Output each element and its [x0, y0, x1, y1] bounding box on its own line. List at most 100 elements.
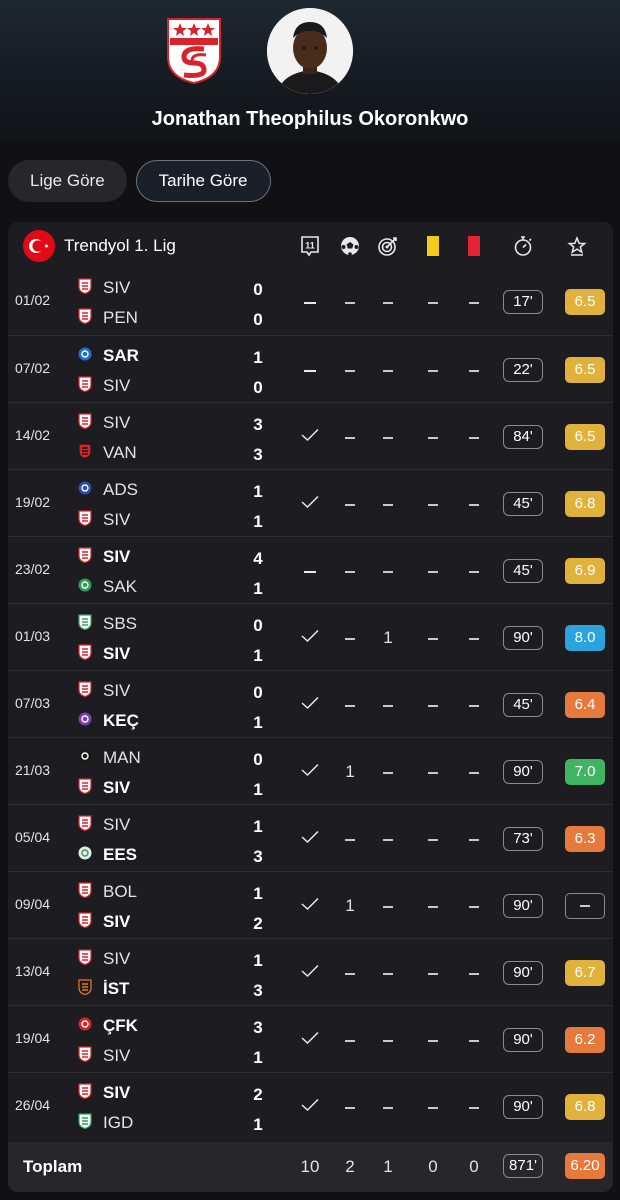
minutes-played: 84'	[503, 425, 543, 449]
minutes-played: 90'	[503, 1028, 543, 1052]
away-team: IGD	[78, 1112, 133, 1134]
away-team: SIV	[78, 777, 130, 799]
match-row[interactable]: 14/02 SIV VAN 3 3 84' 6.5	[8, 402, 613, 469]
player-rating: 8.0	[565, 625, 605, 651]
team-badge-icon	[78, 948, 103, 970]
home-team: SIV	[78, 277, 130, 299]
match-date: 13/04	[15, 963, 51, 979]
rating-star-icon	[567, 236, 587, 256]
home-team: SIV	[78, 1082, 130, 1104]
red-cell	[459, 829, 489, 849]
match-row[interactable]: 07/02 SAR SIV 1 0 22' 6.5	[8, 335, 613, 402]
match-row[interactable]: 01/03 SBS SIV 0 1 1 90' 8.0	[8, 603, 613, 670]
match-row[interactable]: 21/03 MAN SIV 0 1 1 90' 7.0	[8, 737, 613, 804]
league-header: Trendyol 1. Lig 11	[8, 222, 613, 268]
home-score: 0	[253, 616, 263, 635]
goals-cell: 1	[345, 762, 355, 781]
lineup-cell	[295, 494, 325, 514]
team-badge-icon	[78, 412, 103, 434]
player-rating: 6.2	[565, 1027, 605, 1053]
sivasspor-logo	[167, 18, 221, 85]
minutes-played: 90'	[503, 961, 543, 985]
assists-cell	[373, 829, 403, 849]
away-score: 3	[253, 445, 263, 464]
match-date: 14/02	[15, 427, 51, 443]
match-date: 21/03	[15, 762, 51, 778]
team-badge-icon	[78, 1112, 103, 1134]
home-team: SIV	[78, 948, 130, 970]
match-row[interactable]: 05/04 SIV EES 1 3 73' 6.3	[8, 804, 613, 871]
assists-cell	[373, 896, 403, 916]
match-row[interactable]: 19/04 ÇFK SIV 3 1 90' 6.2	[8, 1005, 613, 1072]
match-row[interactable]: 23/02 SIV SAK 4 1 45' 6.9	[8, 536, 613, 603]
view-tabs: Lige Göre Tarihe Göre	[8, 160, 271, 202]
total-row: Toplam 10 2 1 0 0 871' 6.20	[8, 1142, 613, 1192]
minutes-stopwatch-icon	[514, 236, 532, 256]
away-team-abbr: SIV	[103, 778, 131, 797]
home-score: 0	[253, 750, 263, 769]
minutes-played: 17'	[503, 290, 543, 314]
player-avatar	[267, 8, 353, 94]
home-team: SAR	[78, 345, 139, 367]
match-row[interactable]: 01/02 SIV PEN 0 0 17' 6.5	[8, 268, 613, 335]
minutes-played: 73'	[503, 827, 543, 851]
away-team-abbr: VAN	[103, 443, 137, 462]
away-score: 0	[253, 378, 263, 397]
home-team-abbr: ÇFK	[103, 1016, 138, 1035]
team-badge-icon	[78, 680, 103, 702]
home-score: 0	[253, 280, 263, 299]
team-badge-icon	[78, 777, 103, 799]
total-rating: 6.20	[565, 1153, 605, 1179]
yellow-cell	[418, 628, 448, 648]
goals-cell	[335, 695, 365, 715]
match-row[interactable]: 26/04 SIV IGD 2 1 90' 6.8	[8, 1072, 613, 1139]
lineup-cell	[295, 628, 325, 648]
team-badge-icon	[78, 480, 103, 501]
away-team: VAN	[78, 442, 137, 464]
home-score: 4	[253, 549, 263, 568]
away-team-abbr: SIV	[103, 1046, 131, 1065]
match-row[interactable]: 07/03 SIV KEÇ 0 1 45' 6.4	[8, 670, 613, 737]
home-team-abbr: SIV	[103, 681, 131, 700]
yellow-cell	[418, 1097, 448, 1117]
away-score: 1	[253, 646, 263, 665]
team-badge-icon	[78, 978, 103, 1000]
assists-cell	[373, 427, 403, 447]
match-row[interactable]: 09/04 BOL SIV 1 2 1 90'	[8, 871, 613, 938]
team-badge-icon	[78, 845, 103, 866]
red-cell	[459, 628, 489, 648]
minutes-played: 90'	[503, 1095, 543, 1119]
home-team-abbr: SIV	[103, 413, 131, 432]
team-badge-icon	[78, 814, 103, 836]
red-cell	[459, 896, 489, 916]
match-date: 09/04	[15, 896, 51, 912]
away-team: SIV	[78, 911, 130, 933]
home-team: ADS	[78, 479, 138, 501]
away-team-abbr: IGD	[103, 1113, 134, 1132]
tab-by-league[interactable]: Lige Göre	[8, 160, 127, 202]
match-date: 07/03	[15, 695, 51, 711]
assists-cell	[373, 292, 403, 312]
match-row[interactable]: 19/02 ADS SIV 1 1 45' 6.8	[8, 469, 613, 536]
match-date: 23/02	[15, 561, 51, 577]
minutes-played: 45'	[503, 559, 543, 583]
team-badge-icon	[78, 307, 103, 329]
home-score: 1	[253, 951, 263, 970]
assists-cell: 1	[383, 628, 393, 647]
match-row[interactable]: 13/04 SIV İST 1 3 90' 6.7	[8, 938, 613, 1005]
yellow-card-icon	[427, 236, 439, 256]
team-badge-icon	[78, 375, 103, 397]
minutes-played: 90'	[503, 760, 543, 784]
red-cell	[459, 762, 489, 782]
home-team-abbr: SIV	[103, 949, 131, 968]
home-score: 1	[253, 817, 263, 836]
home-score: 1	[253, 348, 263, 367]
tab-by-date[interactable]: Tarihe Göre	[135, 160, 271, 202]
away-score: 1	[253, 579, 263, 598]
goals-cell	[335, 360, 365, 380]
away-team-abbr: PEN	[103, 308, 138, 327]
assists-cell	[373, 360, 403, 380]
yellow-cell	[418, 561, 448, 581]
player-rating: 6.5	[565, 424, 605, 450]
team-badge-icon	[78, 1045, 103, 1067]
